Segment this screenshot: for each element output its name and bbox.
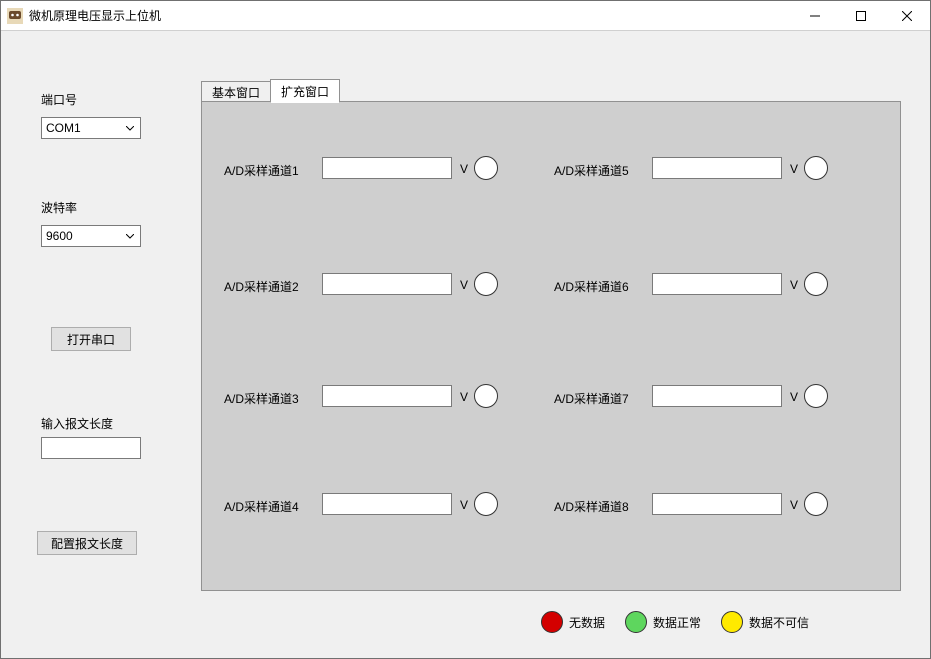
config-msglen-label: 配置报文长度 <box>51 535 123 552</box>
channel-1-unit: V <box>460 162 468 176</box>
open-port-label: 打开串口 <box>67 331 115 348</box>
channel-7-label: A/D采样通道7 <box>554 390 629 407</box>
channel-5-indicator <box>804 156 828 180</box>
legend-no-data: 无数据 <box>541 611 605 633</box>
titlebar: 微机原理电压显示上位机 <box>1 1 930 31</box>
tab-extended[interactable]: 扩充窗口 <box>270 79 340 103</box>
tabstrip: 基本窗口 扩充窗口 <box>201 79 339 103</box>
channel-3-input[interactable] <box>322 385 452 407</box>
tab-extended-label: 扩充窗口 <box>281 83 329 100</box>
chevron-down-icon <box>122 118 138 138</box>
channel-6-input[interactable] <box>652 273 782 295</box>
channel-6-indicator <box>804 272 828 296</box>
legend-untrusted-label: 数据不可信 <box>749 614 809 631</box>
app-icon <box>7 8 23 24</box>
minimize-button[interactable] <box>792 1 838 30</box>
tab-basic-label: 基本窗口 <box>212 84 260 101</box>
channel-8-input[interactable] <box>652 493 782 515</box>
legend-untrusted: 数据不可信 <box>721 611 809 633</box>
port-value: COM1 <box>46 121 81 135</box>
green-dot-icon <box>625 611 647 633</box>
channel-7-input[interactable] <box>652 385 782 407</box>
yellow-dot-icon <box>721 611 743 633</box>
channel-6-unit: V <box>790 278 798 292</box>
baud-value: 9600 <box>46 229 73 243</box>
close-button[interactable] <box>884 1 930 30</box>
baud-label: 波特率 <box>41 199 77 216</box>
channel-2-indicator <box>474 272 498 296</box>
red-dot-icon <box>541 611 563 633</box>
chevron-down-icon <box>122 226 138 246</box>
open-port-button[interactable]: 打开串口 <box>51 327 131 351</box>
maximize-button[interactable] <box>838 1 884 30</box>
channel-1-indicator <box>474 156 498 180</box>
msglen-input[interactable] <box>41 437 141 459</box>
legend-no-data-label: 无数据 <box>569 614 605 631</box>
channel-6-label: A/D采样通道6 <box>554 278 629 295</box>
channel-2-input[interactable] <box>322 273 452 295</box>
channel-4-label: A/D采样通道4 <box>224 498 299 515</box>
baud-combobox[interactable]: 9600 <box>41 225 141 247</box>
channel-8-indicator <box>804 492 828 516</box>
window-title: 微机原理电压显示上位机 <box>29 7 161 24</box>
channel-1-input[interactable] <box>322 157 452 179</box>
channel-7-indicator <box>804 384 828 408</box>
channel-3-label: A/D采样通道3 <box>224 390 299 407</box>
channel-2-unit: V <box>460 278 468 292</box>
channel-5-input[interactable] <box>652 157 782 179</box>
legend-ok: 数据正常 <box>625 611 701 633</box>
config-msglen-button[interactable]: 配置报文长度 <box>37 531 137 555</box>
port-combobox[interactable]: COM1 <box>41 117 141 139</box>
channel-3-indicator <box>474 384 498 408</box>
channel-7-unit: V <box>790 390 798 404</box>
channel-8-label: A/D采样通道8 <box>554 498 629 515</box>
channel-5-unit: V <box>790 162 798 176</box>
window-buttons <box>792 1 930 30</box>
channel-8-unit: V <box>790 498 798 512</box>
channel-1-label: A/D采样通道1 <box>224 162 299 179</box>
channel-4-indicator <box>474 492 498 516</box>
legend: 无数据 数据正常 数据不可信 <box>541 611 809 633</box>
client-area: 端口号 COM1 波特率 9600 打开串口 输入报文长度 配置报文长度 基本窗… <box>1 31 930 658</box>
port-label: 端口号 <box>41 91 77 108</box>
channel-3-unit: V <box>460 390 468 404</box>
legend-ok-label: 数据正常 <box>653 614 701 631</box>
tab-page-extended: A/D采样通道1 V A/D采样通道2 V A/D采样通道3 V A/D采样通道… <box>201 101 901 591</box>
channel-2-label: A/D采样通道2 <box>224 278 299 295</box>
channel-4-unit: V <box>460 498 468 512</box>
channel-4-input[interactable] <box>322 493 452 515</box>
tab-basic[interactable]: 基本窗口 <box>201 81 271 103</box>
channel-5-label: A/D采样通道5 <box>554 162 629 179</box>
msglen-label: 输入报文长度 <box>41 415 113 432</box>
app-window: 微机原理电压显示上位机 端口号 COM1 波特率 <box>0 0 931 659</box>
